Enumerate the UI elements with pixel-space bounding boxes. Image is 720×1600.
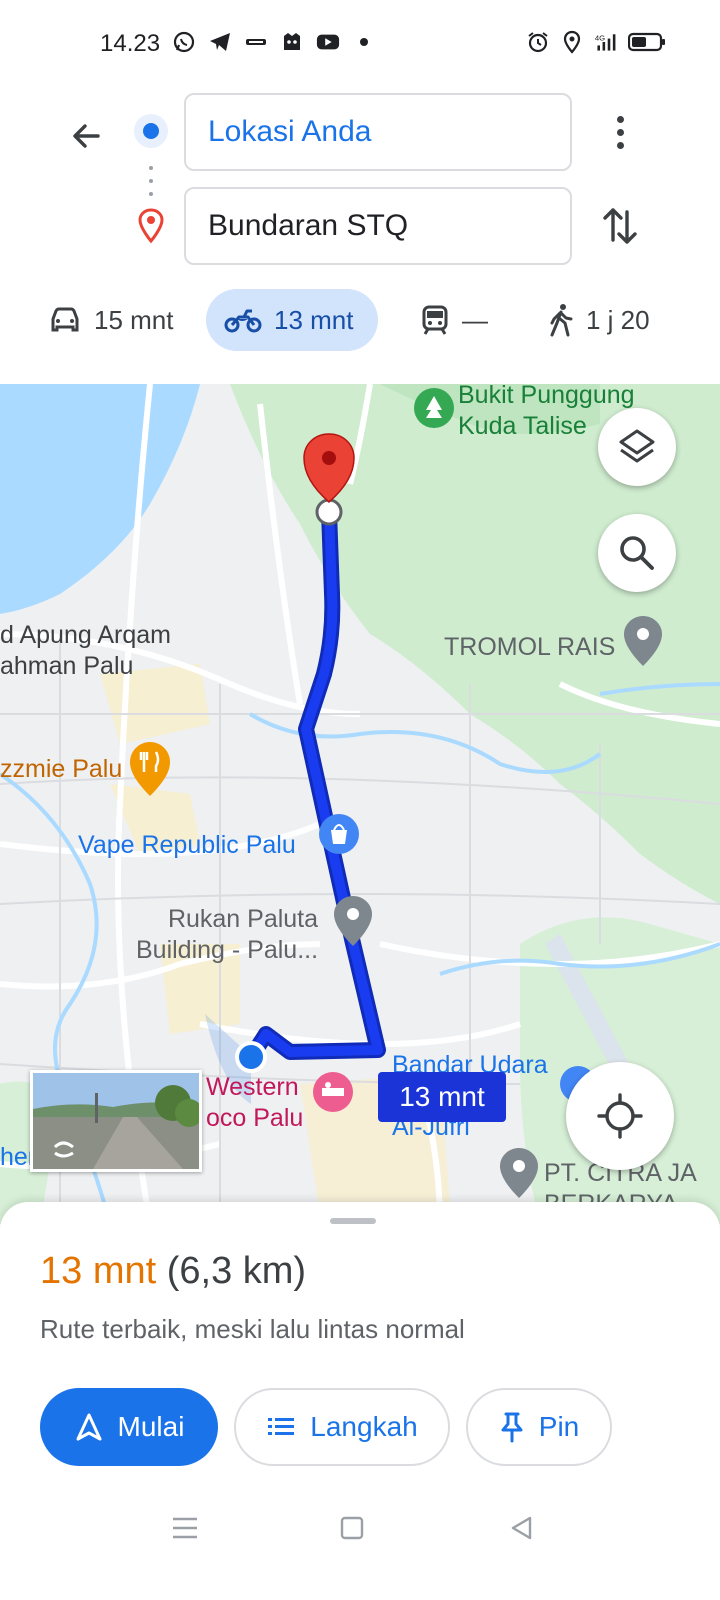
mode-motorcycle-label: 13 mnt — [274, 304, 354, 335]
battery-icon — [628, 30, 666, 54]
map-label-western: Western oco Palu — [206, 1072, 303, 1134]
navigation-arrow-icon — [76, 1413, 102, 1441]
route-actions: Mulai Langkah Pin — [40, 1388, 612, 1466]
back-button[interactable] — [62, 112, 110, 160]
start-navigation-button[interactable]: Mulai — [40, 1388, 218, 1466]
walk-icon — [550, 304, 573, 337]
map-label-apung-text: d Apung Arqam ahman Palu — [0, 621, 171, 680]
signal-4g-icon: 4G — [594, 30, 618, 54]
system-navigation-bar — [0, 1490, 720, 1560]
route-line — [247, 507, 383, 1061]
steps-button[interactable]: Langkah — [234, 1388, 450, 1466]
directions-header: Lokasi Anda Bundaran STQ 15 mnt 13 mnt —… — [0, 84, 720, 384]
location-icon — [560, 30, 584, 54]
youtube-icon — [316, 30, 340, 54]
company-poi-icon — [500, 1148, 538, 1198]
swap-icon — [603, 208, 637, 244]
car-icon — [51, 307, 79, 332]
more-options-button[interactable] — [598, 106, 642, 158]
recent-apps-button[interactable] — [165, 1508, 205, 1548]
destination-pin-icon — [136, 208, 166, 244]
mode-transit[interactable]: — — [402, 289, 506, 351]
map-label-apung-arqam: d Apung Arqam ahman Palu — [0, 620, 171, 682]
destination-marker-icon — [303, 433, 355, 503]
origin-field[interactable]: Lokasi Anda — [184, 93, 572, 171]
origin-text: Lokasi Anda — [208, 115, 372, 148]
map-label-pizzmie-text: zzmie Palu — [0, 755, 123, 783]
map-label-tromol-text: TROMOL RAIS — [444, 633, 616, 661]
route-duration: 13 mnt — [40, 1250, 157, 1292]
my-location-button[interactable] — [566, 1062, 674, 1170]
search-icon — [620, 536, 654, 570]
mode-car[interactable]: 15 mnt — [30, 289, 192, 351]
search-along-route-button[interactable] — [598, 514, 676, 592]
street-view-image — [33, 1073, 199, 1169]
park-poi-icon — [414, 388, 454, 428]
alarm-icon — [526, 30, 550, 54]
start-label: Mulai — [117, 1411, 185, 1442]
svg-text:4G: 4G — [595, 33, 605, 42]
mode-car-label: 15 mnt — [94, 304, 174, 335]
telegram-icon — [208, 30, 232, 54]
restaurant-poi-icon — [130, 742, 170, 796]
system-icons: 4G — [526, 30, 666, 54]
list-icon — [268, 1418, 295, 1435]
street-view-thumbnail[interactable] — [30, 1070, 202, 1172]
destination-endpoint-icon — [315, 498, 343, 526]
pin-button[interactable]: Pin — [466, 1388, 612, 1466]
layers-icon — [619, 429, 655, 463]
route-time-badge[interactable]: 13 mnt — [378, 1072, 506, 1122]
shopping-poi-icon — [319, 814, 359, 854]
map-label-western-text: Western oco Palu — [206, 1073, 304, 1132]
map-label-pizzmie: zzmie Palu — [0, 754, 122, 785]
pushpin-icon — [501, 1412, 523, 1443]
mode-transit-label: — — [462, 304, 488, 335]
status-time: 14.23 — [100, 30, 161, 57]
home-button[interactable] — [332, 1508, 372, 1548]
map-view[interactable]: Bukit Punggung Kuda Talise TROMOL RAIS d… — [0, 384, 720, 1224]
route-summary: 13 mnt (6,3 km) — [40, 1250, 306, 1293]
mode-walk-label: 1 j 20 — [586, 304, 650, 335]
destination-field[interactable]: Bundaran STQ — [184, 187, 572, 265]
route-details-sheet[interactable]: 13 mnt (6,3 km) Rute terbaik, meski lalu… — [0, 1202, 720, 1600]
travel-mode-bar: 15 mnt 13 mnt — 1 j 20 — [0, 289, 720, 351]
route-description: Rute terbaik, meski lalu lintas normal — [40, 1314, 465, 1344]
route-connector — [149, 166, 153, 196]
mode-motorcycle[interactable]: 13 mnt — [206, 289, 378, 351]
layers-button[interactable] — [598, 408, 676, 486]
notification-icons — [172, 30, 376, 54]
destination-text: Bundaran STQ — [208, 209, 409, 242]
map-label-rukan-paluta: Rukan Paluta Building - Palu... — [136, 904, 318, 966]
back-arrow-icon — [73, 124, 100, 148]
hotel-poi-icon — [313, 1072, 353, 1112]
mode-walk[interactable]: 1 j 20 — [530, 289, 668, 351]
steps-label: Langkah — [310, 1411, 418, 1442]
map-label-tromol-rais: TROMOL RAIS — [444, 632, 615, 663]
system-back-button[interactable] — [502, 1508, 542, 1548]
game-app-icon — [280, 30, 304, 54]
whatsapp-icon — [172, 30, 196, 54]
home-square-icon — [340, 1516, 364, 1540]
route-time-text: 13 mnt — [399, 1081, 485, 1112]
status-bar: 14.23 4G — [0, 0, 720, 84]
motorcycle-icon — [224, 309, 262, 333]
bank-app-icon — [244, 30, 268, 54]
building-poi-icon — [334, 896, 372, 946]
notification-dot-icon — [352, 30, 376, 54]
route-distance: (6,3 km) — [166, 1250, 307, 1292]
train-icon — [422, 305, 448, 335]
crosshair-location-icon — [597, 1093, 643, 1139]
menu-lines-icon — [173, 1517, 197, 1539]
pin-label: Pin — [538, 1411, 580, 1442]
back-triangle-icon — [511, 1516, 532, 1540]
map-label-rukan-text: Rukan Paluta Building - Palu... — [136, 905, 319, 964]
origin-marker-icon — [134, 114, 168, 148]
tromol-poi-icon — [624, 616, 662, 666]
map-label-vape-republic: Vape Republic Palu — [78, 830, 296, 861]
swap-locations-button[interactable] — [596, 202, 644, 250]
sheet-drag-handle[interactable] — [330, 1218, 376, 1224]
current-location-icon — [235, 1041, 267, 1073]
map-label-vape-text: Vape Republic Palu — [78, 831, 296, 859]
